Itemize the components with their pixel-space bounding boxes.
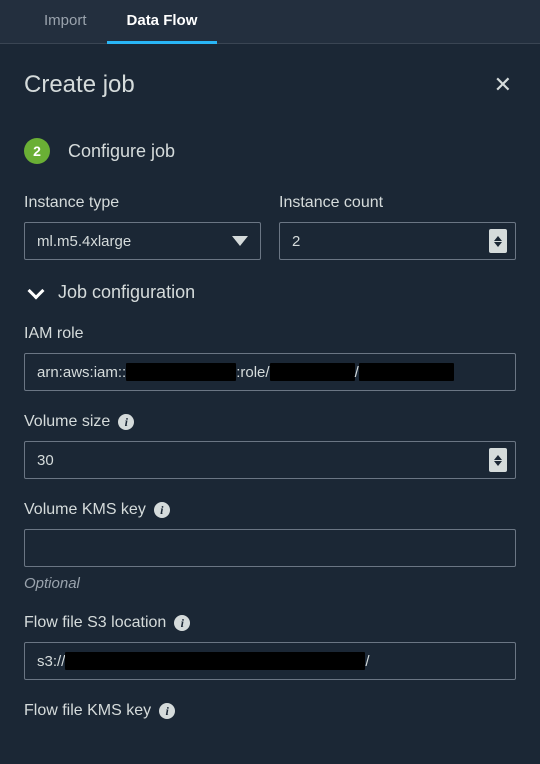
instance-type-value: ml.m5.4xlarge	[37, 233, 131, 250]
close-icon: ✕	[494, 72, 512, 97]
instance-type-select[interactable]: ml.m5.4xlarge	[24, 222, 261, 260]
job-configuration-title: Job configuration	[58, 282, 195, 303]
chevron-down-icon	[232, 236, 248, 246]
volume-kms-input[interactable]	[24, 529, 516, 567]
stepper-icon[interactable]	[489, 448, 507, 472]
iam-role-value: arn:aws:iam:::role//	[37, 354, 503, 390]
flow-kms-label: Flow file KMS key i	[24, 702, 516, 720]
step-number-badge: 2	[24, 138, 50, 164]
tab-data-flow[interactable]: Data Flow	[107, 0, 218, 44]
stepper-icon[interactable]	[489, 229, 507, 253]
tabs: Import Data Flow	[0, 0, 540, 44]
job-configuration-toggle[interactable]: Job configuration	[24, 282, 516, 303]
step-title: Configure job	[68, 141, 175, 162]
create-job-panel: Create job ✕ 2 Configure job Instance ty…	[0, 44, 540, 754]
page-title: Create job	[24, 71, 135, 99]
close-button[interactable]: ✕	[490, 68, 516, 102]
info-icon[interactable]: i	[174, 615, 190, 631]
volume-kms-field[interactable]	[37, 530, 503, 566]
step-header: 2 Configure job	[24, 138, 516, 164]
volume-size-value: 30	[37, 452, 54, 469]
chevron-down-icon	[28, 282, 45, 299]
instance-count-label: Instance count	[279, 194, 516, 212]
volume-kms-helper: Optional	[24, 575, 516, 592]
info-icon[interactable]: i	[118, 414, 134, 430]
instance-count-stepper[interactable]: 2	[279, 222, 516, 260]
info-icon[interactable]: i	[159, 703, 175, 719]
flow-s3-value: s3:///	[37, 643, 503, 679]
instance-count-value: 2	[292, 233, 300, 250]
volume-size-label: Volume size i	[24, 413, 516, 431]
flow-s3-input[interactable]: s3:///	[24, 642, 516, 680]
tab-import[interactable]: Import	[24, 0, 107, 44]
iam-role-input[interactable]: arn:aws:iam:::role//	[24, 353, 516, 391]
info-icon[interactable]: i	[154, 502, 170, 518]
instance-type-label: Instance type	[24, 194, 261, 212]
iam-role-label: IAM role	[24, 325, 516, 343]
flow-s3-label: Flow file S3 location i	[24, 614, 516, 632]
volume-kms-label: Volume KMS key i	[24, 501, 516, 519]
volume-size-stepper[interactable]: 30	[24, 441, 516, 479]
